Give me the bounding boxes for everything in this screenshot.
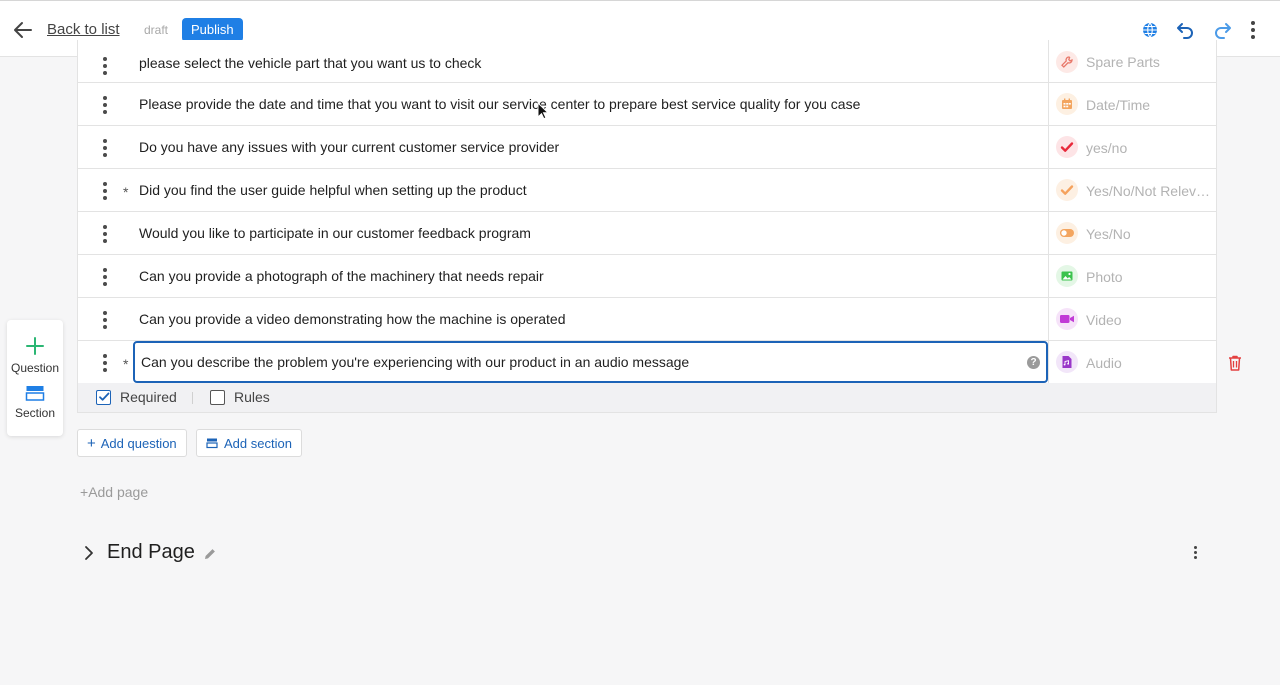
question-text[interactable]: Did you find the user guide helpful when… (139, 182, 527, 198)
status-badge: draft (144, 23, 169, 37)
question-type-label: Yes/No/Not Relev… (1086, 183, 1210, 199)
question-text[interactable]: Can you provide a photograph of the mach… (139, 268, 544, 284)
required-label: Required (120, 389, 177, 405)
rules-label: Rules (234, 389, 270, 405)
section-tool-label: Section (14, 406, 56, 420)
drag-handle-icon[interactable] (100, 225, 110, 243)
question-text[interactable]: please select the vehicle part that you … (139, 55, 481, 71)
end-page-title: End Page (107, 541, 195, 563)
globe-icon[interactable] (1139, 19, 1161, 41)
undo-icon[interactable] (1175, 19, 1197, 41)
question-tool-label: Question (10, 361, 60, 375)
question-row[interactable]: Would you like to participate in our cus… (77, 212, 1217, 255)
question-text[interactable]: Please provide the date and time that yo… (139, 96, 860, 112)
question-row[interactable]: Can you provide a photograph of the mach… (77, 255, 1217, 298)
image-icon (1056, 265, 1078, 287)
question-text-input[interactable]: Can you describe the problem you're expe… (133, 341, 1048, 383)
drag-handle-icon[interactable] (100, 311, 110, 329)
drag-handle-icon[interactable] (100, 139, 110, 157)
rules-checkbox[interactable]: Rules (210, 389, 270, 405)
calendar-icon (1056, 93, 1078, 115)
video-icon (1056, 308, 1078, 330)
toggle-icon (1056, 222, 1078, 244)
question-text[interactable]: Do you have any issues with your current… (139, 139, 559, 155)
back-to-list-link[interactable]: Back to list (47, 21, 120, 38)
drag-handle-icon[interactable] (100, 268, 110, 286)
more-vertical-icon[interactable] (1190, 546, 1200, 562)
add-page-label: Add page (88, 484, 149, 500)
question-type-label: Audio (1086, 355, 1122, 371)
trash-icon[interactable] (1227, 354, 1243, 372)
add-question-label: Add question (100, 435, 177, 451)
add-question-tool[interactable]: Question (7, 336, 63, 375)
plus-icon: + (87, 434, 96, 452)
more-vertical-icon[interactable] (1242, 19, 1264, 41)
drag-handle-icon[interactable] (100, 96, 110, 114)
add-element-panel: Question Section (7, 320, 63, 436)
question-row[interactable]: Can you provide a video demonstrating ho… (77, 298, 1217, 341)
redo-icon[interactable] (1211, 19, 1233, 41)
add-page-link[interactable]: +Add page (80, 484, 148, 500)
add-question-button[interactable]: + Add question (77, 429, 187, 457)
question-text[interactable]: Would you like to participate in our cus… (139, 225, 531, 241)
question-row-active[interactable]: * Can you describe the problem you're ex… (77, 341, 1217, 384)
question-type-label: Yes/No (1086, 226, 1131, 242)
section-icon (206, 438, 218, 449)
question-type-label: Photo (1086, 269, 1123, 285)
question-row[interactable]: * Did you find the user guide helpful wh… (77, 169, 1217, 212)
drag-handle-icon[interactable] (100, 354, 110, 372)
required-marker: * (123, 356, 129, 372)
question-text[interactable]: Can you describe the problem you're expe… (141, 354, 689, 370)
checkmark-icon (1056, 136, 1078, 158)
wrench-icon (1056, 51, 1078, 73)
plus-icon: + (80, 484, 89, 500)
back-arrow-icon[interactable] (12, 19, 34, 41)
checkmark-icon (1056, 179, 1078, 201)
chevron-right-icon[interactable] (82, 545, 96, 561)
plus-icon (26, 337, 44, 355)
drag-handle-icon[interactable] (100, 57, 110, 75)
question-type-label: Video (1086, 312, 1122, 328)
pencil-icon[interactable] (203, 547, 217, 561)
question-type-label: Spare Parts (1086, 54, 1160, 70)
question-row[interactable]: Please provide the date and time that yo… (77, 83, 1217, 126)
question-options-bar: Required Rules (77, 383, 1217, 413)
required-marker: * (123, 184, 129, 200)
drag-handle-icon[interactable] (100, 182, 110, 200)
question-type-label: Date/Time (1086, 97, 1151, 113)
add-section-label: Add section (224, 435, 292, 451)
question-type-label: yes/no (1086, 140, 1128, 156)
add-section-tool[interactable]: Section (7, 384, 63, 420)
section-icon (25, 386, 45, 401)
question-row[interactable]: Do you have any issues with your current… (77, 126, 1217, 169)
question-row[interactable]: please select the vehicle part that you … (77, 40, 1217, 83)
end-page-header: End Page (80, 540, 1210, 568)
audio-file-icon (1056, 351, 1078, 373)
help-icon[interactable]: ? (1027, 356, 1040, 369)
required-checkbox[interactable]: Required (96, 389, 177, 405)
publish-button[interactable]: Publish (182, 18, 243, 42)
checkbox-unchecked-icon[interactable] (210, 389, 225, 405)
question-text[interactable]: Can you provide a video demonstrating ho… (139, 311, 565, 327)
checkbox-checked-icon[interactable] (96, 389, 111, 405)
add-section-button[interactable]: Add section (196, 429, 302, 457)
